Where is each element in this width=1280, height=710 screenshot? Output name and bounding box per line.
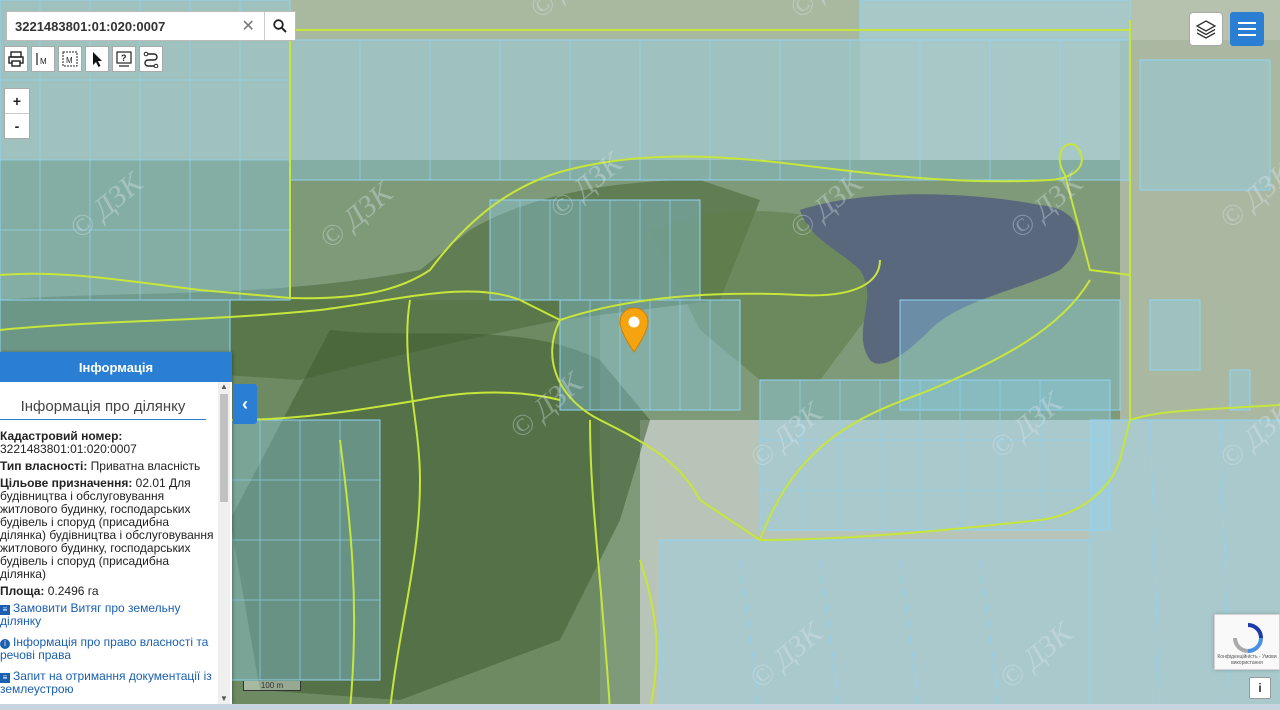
scale-bar: 100 m: [243, 681, 301, 691]
identify-button[interactable]: ?: [112, 46, 136, 72]
area-label: Площа:: [0, 584, 45, 598]
search-icon: [273, 19, 287, 33]
svg-text:M: M: [66, 56, 73, 65]
zoom-in-button[interactable]: +: [5, 89, 29, 114]
identify-icon: ?: [116, 51, 132, 67]
zoom-control: + -: [4, 88, 30, 139]
close-icon[interactable]: ✕: [232, 16, 264, 36]
area-value: 0.2496 га: [44, 584, 99, 598]
ownership-info-label: Інформація про право власності та речові…: [0, 635, 209, 662]
collapse-panel-button[interactable]: ‹: [233, 384, 257, 424]
documentation-request-link[interactable]: ≡ Запит на отримання документації із земл…: [0, 670, 216, 696]
purpose-row: Цільове призначення: 02.01 Для будівницт…: [0, 477, 216, 581]
ownership-label: Тип власності:: [0, 459, 88, 473]
purpose-label: Цільове призначення:: [0, 476, 133, 490]
layers-button[interactable]: [1189, 12, 1223, 46]
search-button[interactable]: [264, 12, 295, 40]
recaptcha-icon: [1233, 623, 1263, 653]
recaptcha-badge[interactable]: Конфіденційність - Умови використання: [1214, 614, 1280, 670]
measure-line-button[interactable]: M: [31, 46, 55, 72]
search-input[interactable]: [7, 13, 233, 39]
hamburger-menu-icon: [1238, 22, 1256, 36]
pointer-button[interactable]: [85, 46, 109, 72]
bottom-strip: [0, 704, 1280, 710]
route-icon: [143, 51, 159, 68]
purpose-value: 02.01 Для будівництва і обслуговування ж…: [0, 476, 214, 581]
info-panel-header: Інформація: [0, 352, 232, 382]
measure-line-icon: M: [36, 53, 47, 66]
measure-area-icon: M: [62, 51, 78, 67]
measure-area-button[interactable]: M: [58, 46, 82, 72]
info-panel: Інформація Інформація про ділянку Кадаст…: [0, 352, 232, 704]
print-button[interactable]: [4, 46, 28, 72]
info-panel-body: Інформація про ділянку Кадастровий номер…: [0, 382, 216, 704]
ownership-info-link[interactable]: i Інформація про право власності та речов…: [0, 636, 216, 662]
documentation-request-label: Запит на отримання документації із земле…: [0, 669, 212, 696]
zoom-out-button[interactable]: -: [5, 114, 29, 138]
scroll-down-arrow-icon[interactable]: ▼: [218, 694, 230, 704]
pointer-icon: [93, 52, 102, 67]
svg-text:M: M: [40, 57, 47, 66]
ownership-row: Тип власності: Приватна власність: [0, 460, 216, 473]
scrollbar-thumb[interactable]: [220, 394, 228, 502]
menu-button[interactable]: [1230, 12, 1264, 46]
map-toolbar: M M ?: [4, 46, 163, 72]
layers-icon: [1195, 20, 1217, 39]
parcel-info-title: Інформація про ділянку: [0, 398, 206, 420]
info-panel-scrollbar[interactable]: ▲ ▼: [218, 382, 230, 704]
recaptcha-text: Конфіденційність - Умови використання: [1217, 654, 1277, 666]
order-extract-link[interactable]: ≡ Замовити Витяг про земельну ділянку: [0, 602, 216, 628]
cadastral-number-row: Кадастровий номер: 3221483801:01:020:000…: [0, 430, 216, 456]
cadastral-number-value: 3221483801:01:020:0007: [0, 442, 137, 456]
print-icon: [8, 51, 24, 67]
ownership-value: Приватна власність: [87, 459, 201, 473]
scroll-up-arrow-icon[interactable]: ▲: [218, 382, 230, 392]
search-bar: ✕: [6, 11, 296, 41]
info-icon: i: [1258, 681, 1262, 695]
order-extract-label: Замовити Витяг про земельну ділянку: [0, 601, 181, 628]
area-row: Площа: 0.2496 га: [0, 585, 216, 598]
chevron-left-icon: ‹: [242, 393, 248, 414]
map-info-button[interactable]: i: [1249, 677, 1271, 699]
svg-text:?: ?: [121, 53, 127, 63]
route-button[interactable]: [139, 46, 163, 72]
cadastral-number-label: Кадастровий номер:: [0, 429, 123, 443]
